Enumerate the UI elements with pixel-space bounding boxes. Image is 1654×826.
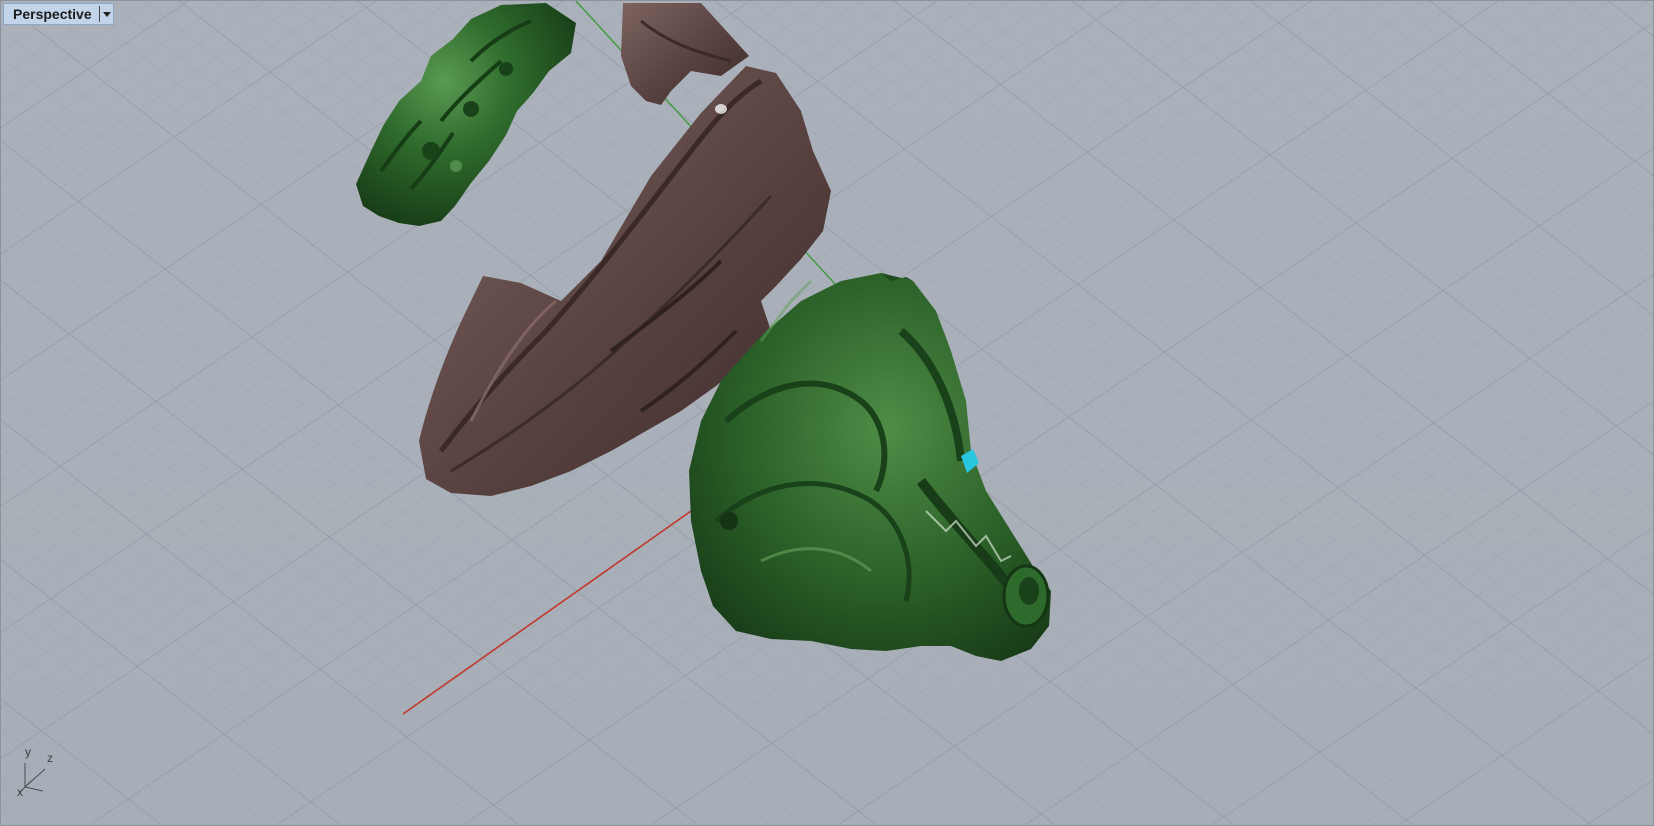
viewport-title[interactable]: Perspective bbox=[4, 4, 99, 24]
triad-x-label: x bbox=[17, 785, 23, 799]
viewport-scene[interactable] bbox=[1, 1, 1654, 826]
dropdown-arrow-icon[interactable] bbox=[100, 4, 113, 24]
viewport-title-tab[interactable]: Perspective bbox=[3, 3, 114, 25]
perspective-viewport[interactable]: Perspective y z x bbox=[0, 0, 1654, 826]
axis-triad: y z x bbox=[9, 741, 69, 801]
triad-y-label: y bbox=[25, 745, 31, 759]
triad-z-label: z bbox=[47, 751, 53, 765]
